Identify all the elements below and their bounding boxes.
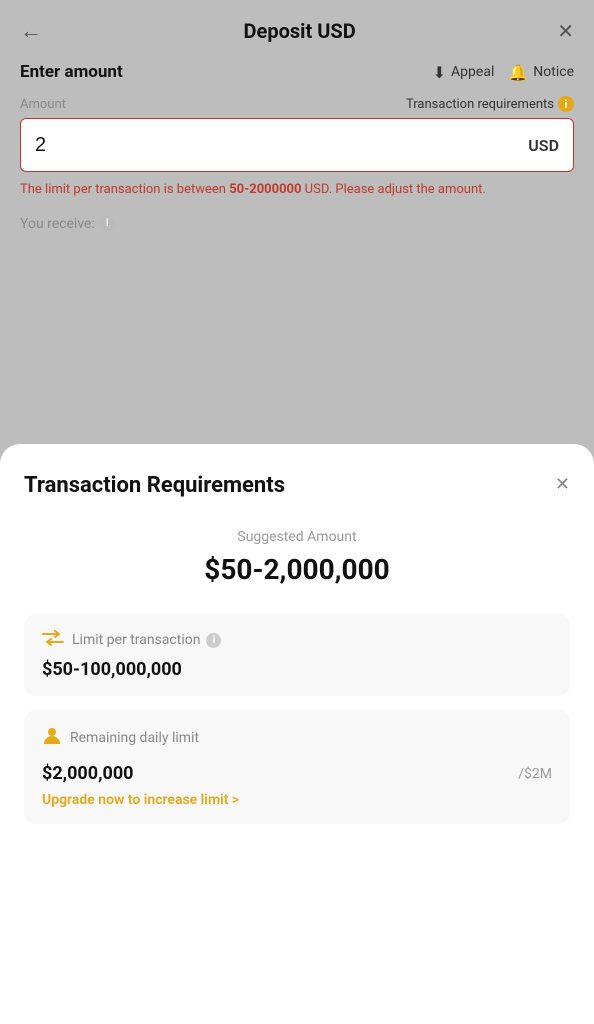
header-actions: ⬇ Appeal 🔔 Notice [433,63,574,82]
enter-amount-header: Enter amount ⬇ Appeal 🔔 Notice [20,62,574,82]
daily-limit-value: $2,000,000 [42,763,133,784]
amount-input-wrapper: USD [20,118,574,172]
notice-label: Notice [533,64,574,80]
limit-per-tx-value: $50-100,000,000 [42,659,552,680]
suggested-value: $50-2,000,000 [24,553,570,586]
back-button[interactable]: ← [20,18,42,44]
appeal-label: Appeal [451,64,494,80]
notice-icon: 🔔 [508,63,528,82]
enter-amount-label: Enter amount [20,62,123,82]
transfer-icon [42,630,64,651]
daily-limit-label: Remaining daily limit [70,730,199,746]
bottom-sheet: Transaction Requirements ✕ Suggested Amo… [0,444,594,1024]
person-icon [42,726,62,751]
notice-action[interactable]: 🔔 Notice [508,63,574,82]
tx-requirements-label: Transaction requirements [406,97,554,112]
upgrade-link[interactable]: Upgrade now to increase limit > [42,792,552,808]
sheet-close-button[interactable]: ✕ [555,474,570,495]
daily-limit-max: /$2M [518,766,552,784]
you-receive-info-icon: i [100,216,115,231]
close-button[interactable]: ✕ [557,19,574,44]
appeal-action[interactable]: ⬇ Appeal [433,63,495,82]
error-highlight: 50-2000000 [229,182,301,197]
you-receive-section: You receive: i [20,216,574,232]
daily-limit-title: Remaining daily limit [70,730,199,746]
tx-requirements-link[interactable]: Transaction requirements i [406,96,574,112]
sheet-header: Transaction Requirements ✕ [24,472,570,501]
amount-row-label: Amount Transaction requirements i [20,96,574,112]
you-receive-label: You receive: [20,216,95,232]
daily-limit-row: $2,000,000 /$2M [42,759,552,784]
sheet-title: Transaction Requirements [24,472,285,501]
amount-input[interactable] [35,134,518,157]
daily-limit-header: Remaining daily limit [42,726,552,751]
error-message: The limit per transaction is between 50-… [20,180,574,200]
top-bar: ← Deposit USD ✕ [0,0,594,62]
limit-per-tx-label: Limit per transaction [72,632,200,648]
limit-per-tx-card: Limit per transaction i $50-100,000,000 [24,614,570,696]
suggested-label: Suggested Amount [24,529,570,545]
page-title: Deposit USD [244,19,356,43]
daily-limit-card: Remaining daily limit $2,000,000 /$2M Up… [24,710,570,824]
error-text-after: USD. Please adjust the amount. [301,182,485,197]
tx-info-icon: i [558,96,574,112]
limit-per-tx-header: Limit per transaction i [42,630,552,651]
limit-per-tx-title: Limit per transaction i [72,632,221,648]
suggested-section: Suggested Amount $50-2,000,000 [24,529,570,586]
error-text-before: The limit per transaction is between [20,182,229,197]
daily-limit-left: $2,000,000 [42,759,133,784]
appeal-icon: ⬇ [433,63,446,82]
currency-label: USD [528,136,559,155]
enter-amount-section: Enter amount ⬇ Appeal 🔔 Notice Amount Tr… [0,62,594,252]
amount-field-label: Amount [20,97,66,112]
limit-info-icon: i [206,633,221,648]
